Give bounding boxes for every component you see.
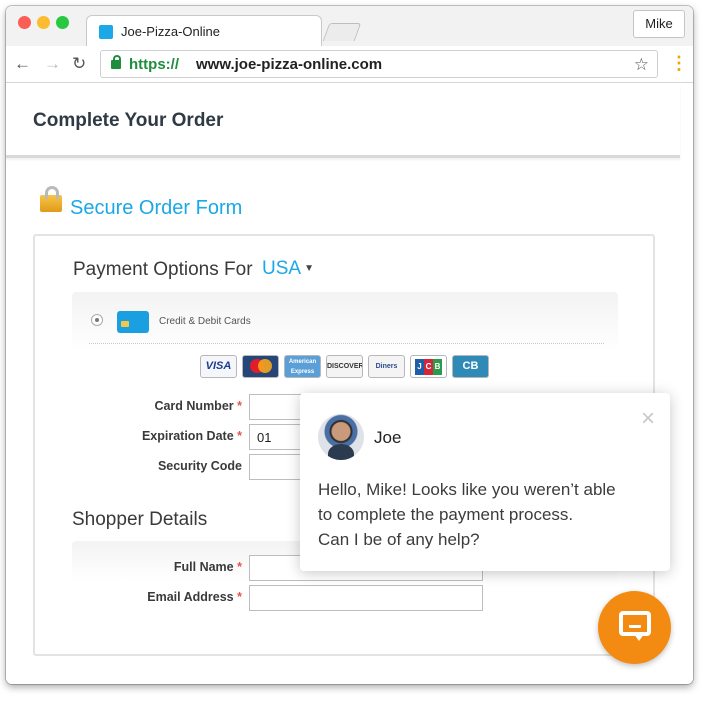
mastercard-logo-icon bbox=[242, 355, 279, 378]
agent-avatar bbox=[318, 414, 364, 460]
page-header: Complete Your Order bbox=[6, 84, 680, 158]
tab-title: Joe-Pizza-Online bbox=[121, 24, 220, 39]
browser-window: Joe-Pizza-Online Mike ← → ↻ https:// www… bbox=[6, 6, 693, 684]
diners-club-logo-icon: Diners Club bbox=[368, 355, 405, 378]
close-window-button[interactable] bbox=[18, 16, 31, 29]
chat-popup: Joe × Hello, Mike! Looks like you weren’… bbox=[300, 393, 670, 571]
jcb-logo-icon: JCB bbox=[410, 355, 447, 378]
reload-icon[interactable]: ↻ bbox=[72, 55, 86, 73]
favicon-icon bbox=[99, 25, 113, 39]
browser-tab[interactable]: Joe-Pizza-Online bbox=[86, 15, 322, 47]
divider bbox=[89, 343, 604, 344]
new-tab-button[interactable] bbox=[322, 23, 362, 41]
payment-method-label: Credit & Debit Cards bbox=[159, 316, 251, 327]
back-arrow-icon[interactable]: ← bbox=[14, 55, 31, 73]
page-title: Complete Your Order bbox=[33, 110, 224, 131]
visa-logo-icon: VISA bbox=[200, 355, 237, 378]
maximize-window-button[interactable] bbox=[56, 16, 69, 29]
star-icon[interactable]: ☆ bbox=[634, 55, 649, 75]
amex-logo-icon: American Express bbox=[284, 355, 321, 378]
country-select[interactable]: USA ▼ bbox=[262, 258, 314, 280]
close-icon[interactable]: × bbox=[637, 407, 659, 431]
email-input[interactable] bbox=[249, 585, 483, 611]
chat-message: Hello, Mike! Looks like you weren’t able… bbox=[318, 477, 658, 552]
title-bar: Joe-Pizza-Online Mike bbox=[6, 6, 693, 47]
forward-arrow-icon[interactable]: → bbox=[44, 55, 61, 73]
card-number-label: Card Number * bbox=[154, 399, 242, 413]
country-value: USA bbox=[262, 258, 302, 279]
address-bar[interactable]: https:// www.joe-pizza-online.com ☆ bbox=[100, 50, 658, 78]
lock-icon bbox=[111, 55, 121, 69]
profile-button[interactable]: Mike bbox=[633, 10, 685, 38]
cb-logo-icon: CB bbox=[452, 355, 489, 378]
chat-launcher-button[interactable] bbox=[598, 591, 671, 664]
chat-message-line: to complete the payment process. bbox=[318, 505, 574, 524]
payment-options-heading: Payment Options For bbox=[73, 259, 253, 280]
discover-logo-icon: DISCOVER bbox=[326, 355, 363, 378]
credit-card-icon bbox=[117, 311, 149, 333]
secure-form-title: Secure Order Form bbox=[70, 197, 243, 219]
email-label: Email Address * bbox=[147, 590, 242, 604]
chat-message-line: Can I be of any help? bbox=[318, 530, 480, 549]
padlock-icon bbox=[40, 186, 62, 212]
shopper-details-heading: Shopper Details bbox=[72, 509, 208, 530]
minimize-window-button[interactable] bbox=[37, 16, 50, 29]
agent-name: Joe bbox=[374, 428, 402, 447]
chat-message-line: Hello, Mike! Looks like you weren’t able bbox=[318, 480, 616, 499]
chat-bubble-icon bbox=[619, 611, 651, 641]
url-scheme: https:// bbox=[129, 56, 179, 73]
caret-down-icon: ▼ bbox=[304, 263, 314, 275]
page-content: Complete Your Order Secure Order Form Pa… bbox=[6, 84, 693, 684]
browser-toolbar: ← → ↻ https:// www.joe-pizza-online.com … bbox=[6, 46, 693, 83]
expiration-label: Expiration Date * bbox=[141, 429, 242, 443]
url-host: www.joe-pizza-online.com bbox=[196, 56, 383, 73]
full-name-label: Full Name * bbox=[173, 560, 242, 574]
security-code-label: Security Code bbox=[157, 459, 242, 473]
menu-icon[interactable]: ⋮ bbox=[670, 54, 688, 72]
credit-card-radio[interactable] bbox=[91, 314, 103, 326]
